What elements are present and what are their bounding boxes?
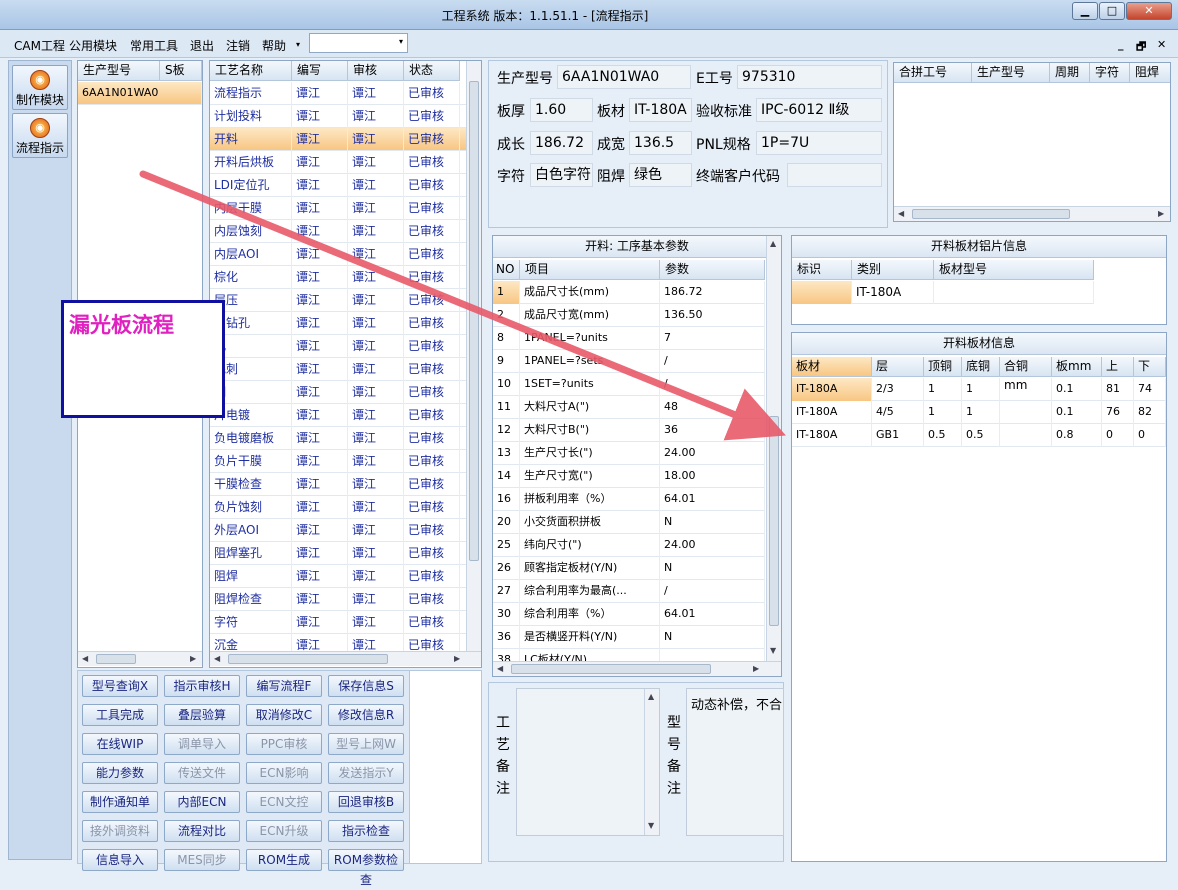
annotation-arrow bbox=[139, 170, 786, 441]
